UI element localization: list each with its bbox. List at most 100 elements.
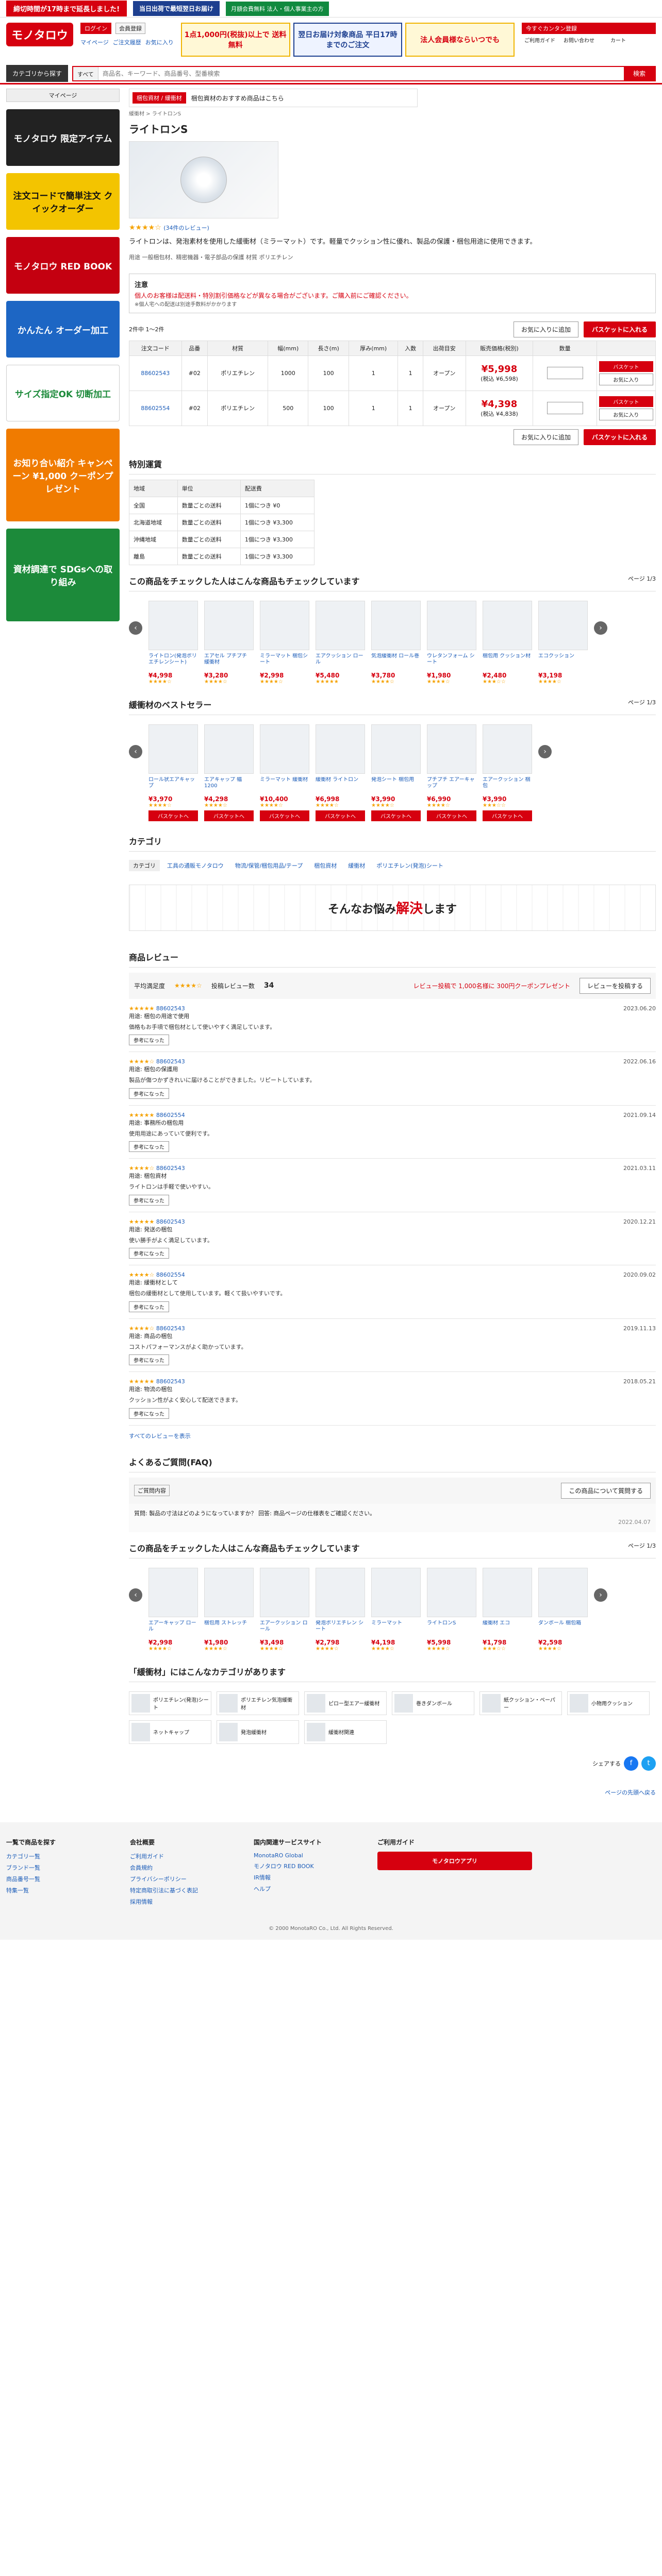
trouble-banner[interactable]: そんなお悩み解決します bbox=[129, 884, 656, 931]
page-top-link[interactable]: ページの先頭へ戻る bbox=[0, 1783, 662, 1802]
footer-link[interactable]: IR情報 bbox=[254, 1872, 362, 1883]
favorites-link[interactable]: お気に入り bbox=[145, 38, 174, 46]
related-category-item[interactable]: 小物用クッション bbox=[567, 1691, 650, 1715]
footer-link[interactable]: モノタロウ RED BOOK bbox=[254, 1860, 362, 1872]
write-review-button[interactable]: レビューを投稿する bbox=[579, 977, 651, 994]
product-thumbnail[interactable] bbox=[538, 1567, 588, 1617]
product-card[interactable]: エアセル プチプチ 緩衝材 ¥3,280 ★★★★☆ bbox=[204, 600, 254, 685]
category-chip[interactable]: 緩衝材 bbox=[344, 860, 369, 871]
product-card[interactable]: 発泡シート 梱包用 ¥3,990 ★★★★☆ バスケットへ bbox=[371, 724, 421, 821]
footer-link[interactable]: カテゴリ一覧 bbox=[6, 1851, 114, 1862]
product-name-link[interactable]: ミラーマット 梱包シート bbox=[260, 653, 309, 672]
helpful-button[interactable]: 参考になった bbox=[129, 1248, 169, 1259]
product-thumbnail[interactable] bbox=[204, 724, 254, 774]
product-card[interactable]: エアークッション ロール ¥3,498 ★★★★☆ bbox=[260, 1567, 309, 1652]
row-cart-button[interactable]: バスケット bbox=[599, 361, 653, 372]
product-card[interactable]: エアキャップ 幅1200 ¥4,298 ★★★★☆ バスケットへ bbox=[204, 724, 254, 821]
related-category-item[interactable]: ポリエチレン(発泡)シート bbox=[129, 1691, 211, 1715]
app-badge[interactable]: モノタロウアプリ bbox=[377, 1851, 532, 1870]
footer-link[interactable]: MonotaRO Global bbox=[254, 1851, 362, 1860]
row-favorite-button[interactable]: お気に入り bbox=[599, 373, 653, 385]
sidebar-title[interactable]: マイページ bbox=[6, 89, 120, 102]
card-cart-button[interactable]: バスケットへ bbox=[316, 810, 365, 821]
sidebar-banner-cutting[interactable]: サイズ指定OK 切断加工 bbox=[6, 365, 120, 421]
breadcrumb[interactable]: 緩衝材 > ライトロンS bbox=[129, 107, 656, 119]
product-card[interactable]: ライトロン(発泡ポリエチレンシート) ¥4,998 ★★★★☆ bbox=[148, 600, 198, 685]
review-sku-link[interactable]: 88602543 bbox=[156, 1325, 185, 1332]
helpful-button[interactable]: 参考になった bbox=[129, 1354, 169, 1366]
product-card[interactable]: ミラーマット 緩衝材 ¥10,400 ★★★★☆ バスケットへ bbox=[260, 724, 309, 821]
product-card[interactable]: エアークッション 梱包 ¥3,990 ★★★☆☆ バスケットへ bbox=[483, 724, 532, 821]
carousel-prev-icon[interactable]: ‹ bbox=[129, 744, 142, 758]
quantity-input[interactable] bbox=[547, 367, 583, 380]
contact-icon-link[interactable]: お問い合わせ bbox=[561, 36, 597, 44]
product-thumbnail[interactable] bbox=[427, 1567, 476, 1617]
review-sku-link[interactable]: 88602543 bbox=[156, 1005, 185, 1012]
card-cart-button[interactable]: バスケットへ bbox=[204, 810, 254, 821]
product-name-link[interactable]: エアーキャップ ロール bbox=[148, 1620, 198, 1639]
product-card[interactable]: エコクッション ¥3,198 ★★★★☆ bbox=[538, 600, 588, 685]
category-menu-button[interactable]: カテゴリから探す bbox=[6, 65, 69, 82]
sidebar-banner-quick-order[interactable]: 注文コードで簡単注文 クイックオーダー bbox=[6, 173, 120, 230]
product-card[interactable]: 緩衝材 エコ ¥1,798 ★★★☆☆ bbox=[483, 1567, 532, 1652]
order-code-link[interactable]: 88602554 bbox=[141, 405, 170, 412]
product-card[interactable]: ダンボール 梱包箱 ¥2,598 ★★★★☆ bbox=[538, 1567, 588, 1652]
promo-banner-red[interactable]: 締切時間が17時まで延長しました! bbox=[6, 1, 127, 16]
review-sku-link[interactable]: 88602554 bbox=[156, 1112, 185, 1118]
product-name-link[interactable]: 梱包用 クッション材 bbox=[483, 653, 532, 672]
product-thumbnail[interactable] bbox=[204, 600, 254, 650]
category-chip[interactable]: 梱包資材 bbox=[310, 860, 341, 871]
footer-link[interactable]: 特集一覧 bbox=[6, 1885, 114, 1896]
footer-link[interactable]: 採用情報 bbox=[130, 1896, 238, 1907]
mypage-link[interactable]: マイページ bbox=[80, 38, 109, 46]
footer-link[interactable]: 特定商取引法に基づく表記 bbox=[130, 1885, 238, 1896]
product-name-link[interactable]: 発泡ポリエチレン シート bbox=[316, 1620, 365, 1639]
site-logo[interactable]: モノタロウ bbox=[6, 23, 73, 46]
product-name-link[interactable]: エアークッション 梱包 bbox=[483, 777, 532, 795]
related-category-item[interactable]: ネットキャップ bbox=[129, 1720, 211, 1744]
review-sku-link[interactable]: 88602543 bbox=[156, 1218, 185, 1225]
product-thumbnail[interactable] bbox=[204, 1567, 254, 1617]
free-shipping-banner[interactable]: 1点1,000円(税抜)以上で 送料無料 bbox=[180, 23, 290, 57]
faq-ask-button[interactable]: この商品について質問する bbox=[561, 1482, 651, 1499]
product-name-link[interactable]: エアセル プチプチ 緩衝材 bbox=[204, 653, 254, 672]
helpful-button[interactable]: 参考になった bbox=[129, 1194, 169, 1206]
product-thumbnail[interactable] bbox=[260, 600, 309, 650]
review-sku-link[interactable]: 88602543 bbox=[156, 1165, 185, 1172]
product-thumbnail[interactable] bbox=[371, 724, 421, 774]
product-card[interactable]: ミラーマット 梱包シート ¥2,998 ★★★★☆ bbox=[260, 600, 309, 685]
sidebar-banner-limited[interactable]: モノタロウ 限定アイテム bbox=[6, 109, 120, 166]
product-name-link[interactable]: ミラーマット bbox=[371, 1620, 421, 1639]
footer-link[interactable]: 商品番号一覧 bbox=[6, 1873, 114, 1885]
product-name-link[interactable]: プチプチ エアーキャップ bbox=[427, 777, 476, 795]
order-history-link[interactable]: ご注文履歴 bbox=[113, 38, 141, 46]
product-thumbnail[interactable] bbox=[427, 600, 476, 650]
carousel-next-icon[interactable]: › bbox=[594, 621, 607, 635]
footer-link[interactable]: プライバシーポリシー bbox=[130, 1873, 238, 1885]
review-coupon[interactable]: レビュー投稿で 1,000名様に 300円クーポンプレゼント bbox=[413, 981, 570, 990]
product-name-link[interactable]: ロール状エアキャップ bbox=[148, 777, 198, 795]
card-cart-button[interactable]: バスケットへ bbox=[483, 810, 532, 821]
add-favorite-button[interactable]: お気に入りに追加 bbox=[513, 321, 578, 337]
product-thumbnail[interactable] bbox=[316, 600, 365, 650]
sidebar-banner-redbook[interactable]: モノタロウ RED BOOK bbox=[6, 237, 120, 294]
review-sku-link[interactable]: 88602554 bbox=[156, 1272, 185, 1278]
card-cart-button[interactable]: バスケットへ bbox=[148, 810, 198, 821]
review-sku-link[interactable]: 88602543 bbox=[156, 1058, 185, 1065]
footer-link[interactable]: ご利用ガイド bbox=[130, 1851, 238, 1862]
card-cart-button[interactable]: バスケットへ bbox=[260, 810, 309, 821]
product-card[interactable]: ロール状エアキャップ ¥3,970 ★★★★☆ バスケットへ bbox=[148, 724, 198, 821]
product-name-link[interactable]: エアークッション ロール bbox=[260, 1620, 309, 1639]
order-code-link[interactable]: 88602543 bbox=[141, 370, 170, 377]
related-category-item[interactable]: ポリエチレン気泡緩衝材 bbox=[217, 1691, 299, 1715]
product-name-link[interactable]: エコクッション bbox=[538, 653, 588, 672]
product-card[interactable]: エアクッション ロール ¥5,480 ★★★★★ bbox=[316, 600, 365, 685]
related-category-item[interactable]: ピロー型エアー緩衝材 bbox=[304, 1691, 387, 1715]
product-image[interactable] bbox=[129, 141, 278, 218]
corporate-banner[interactable]: 法人会員様ならいつでも bbox=[405, 23, 515, 57]
search-input[interactable] bbox=[98, 66, 624, 80]
product-thumbnail[interactable] bbox=[148, 600, 198, 650]
register-button[interactable]: 会員登録 bbox=[115, 23, 145, 34]
product-thumbnail[interactable] bbox=[316, 724, 365, 774]
product-name-link[interactable]: エアキャップ 幅1200 bbox=[204, 777, 254, 795]
